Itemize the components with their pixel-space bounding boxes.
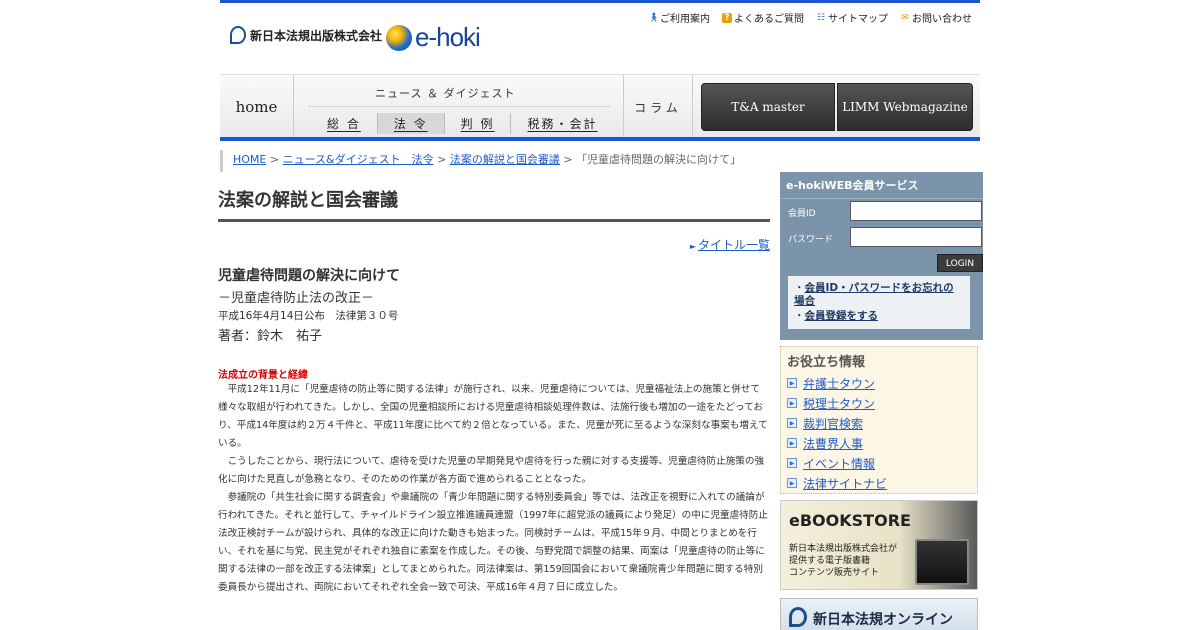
breadcrumb-separator: > [563, 153, 573, 166]
ehoki-globe-icon [386, 24, 412, 51]
title-list-link[interactable]: ► タイトル一覧 [218, 236, 770, 253]
useful-info-title: お役立ち情報 [787, 355, 866, 370]
section-heading: 法成立の背景と経緯 [218, 370, 308, 381]
member-id-label: 会員ID [788, 209, 816, 219]
ebookstore-title: eBOOKSTORE [789, 511, 911, 530]
subnav-tax[interactable]: 税務・会計 [511, 113, 613, 134]
subnav-general[interactable]: 総 合 [311, 113, 378, 134]
useful-link-tax-accountant-town[interactable]: ▶ 税理士タウン [787, 393, 971, 413]
ebookstore-text: コンテンツ販売サイト [789, 568, 880, 578]
person-icon: 🚶︎ [648, 12, 660, 23]
online-banner-title: 新日本法規オンライン [813, 612, 953, 628]
news-subnav: 総 合 法 令 判 例 税務・会計 [311, 113, 614, 134]
subnav-law[interactable]: 法 令 [377, 113, 445, 134]
main-nav: home ニュース ＆ ダイジェスト 総 合 法 令 判 例 税務・会計 コラム… [220, 74, 980, 139]
breadcrumb-section[interactable]: 法案の解説と国会審議 [450, 153, 560, 166]
member-panel-title: e-hokiWEB会員サービス [780, 172, 983, 199]
password-input[interactable] [850, 227, 982, 247]
top-accent-line [220, 0, 980, 3]
arrow-bullet-icon: ▶ [787, 398, 797, 408]
breadcrumb-news[interactable]: ニュース&ダイジェスト 法令 [283, 153, 434, 166]
company-mark-icon [789, 607, 807, 627]
utility-link-contact[interactable]: ✉ お問い合わせ [900, 10, 972, 26]
main-content: 法案の解説と国会審議 ► タイトル一覧 児童虐待問題の解決に向けて －児童虐待防止… [218, 172, 770, 597]
triangle-right-icon: ► [689, 242, 696, 251]
utility-link-sitemap[interactable]: ☷ サイトマップ [816, 10, 888, 26]
useful-link-legal-personnel[interactable]: ▶ 法曹界人事 [787, 433, 971, 453]
member-links: ・会員ID・パスワードをお忘れの場合 ・会員登録をする [788, 276, 970, 329]
arrow-bullet-icon: ▶ [787, 438, 797, 448]
brand-name: e-hoki [415, 22, 481, 52]
ebookstore-banner[interactable]: eBOOKSTORE 新日本法規出版株式会社が 提供する電子版書籍 コンテンツ販… [780, 500, 978, 590]
breadcrumb-current: 「児童虐待問題の解決に向けて」 [576, 153, 742, 166]
nav-news-digest: ニュース ＆ ダイジェスト 総 合 法 令 判 例 税務・会計 [295, 75, 623, 139]
arrow-bullet-icon: ▶ [787, 478, 797, 488]
mail-icon: ✉ [901, 12, 909, 23]
arrow-bullet-icon: ▶ [787, 458, 797, 468]
nav-column[interactable]: コラム [623, 75, 693, 139]
utility-links: 🚶︎ ご利用案内 ? よくあるご質問 ☷ サイトマップ ✉ お問い合わせ [648, 10, 972, 25]
article-meta: 平成16年4月14日公布 法律第３０号 [218, 310, 399, 322]
company-name: 新日本法規出版株式会社 [250, 28, 383, 43]
company-mark-icon [230, 26, 246, 44]
useful-link-lawyer-town[interactable]: ▶ 弁護士タウン [787, 373, 971, 393]
page-title: 法案の解説と国会審議 [218, 172, 770, 222]
breadcrumb-home[interactable]: HOME [233, 153, 266, 166]
member-login-panel: e-hokiWEB会員サービス 会員ID パスワード LOGIN ・会員ID・パ… [780, 172, 983, 340]
news-digest-title[interactable]: ニュース ＆ ダイジェスト [375, 85, 515, 101]
sitemap-icon: ☷ [816, 12, 826, 23]
useful-link-law-site-navi[interactable]: ▶ 法律サイトナビ [787, 473, 971, 493]
subnav-cases[interactable]: 判 例 [445, 113, 512, 134]
ehoki-logo[interactable]: e-hoki [386, 22, 481, 53]
article-title: 児童虐待問題の解決に向けて [218, 268, 400, 284]
utility-link-guide[interactable]: 🚶︎ ご利用案内 [648, 10, 710, 26]
breadcrumb: HOME > ニュース&ダイジェスト 法令 > 法案の解説と国会審議 > 「児童… [220, 150, 980, 172]
breadcrumb-separator: > [437, 153, 447, 166]
arrow-bullet-icon: ▶ [787, 378, 797, 388]
arrow-bullet-icon: ▶ [787, 418, 797, 428]
forgot-password-link[interactable]: ・会員ID・パスワードをお忘れの場合 [794, 282, 964, 308]
article-paragraph: 平成12年11月に「児童虐待の防止等に関する法律」が施行され、以来、児童虐待につ… [218, 384, 768, 449]
useful-link-judge-search[interactable]: ▶ 裁判官検索 [787, 413, 971, 433]
article-paragraph: 参議院の「共生社会に関する調査会」や衆議院の「青少年問題に関する特別委員会」等で… [218, 492, 768, 593]
utility-link-faq[interactable]: ? よくあるご質問 [722, 10, 804, 25]
nav-accent-line [220, 137, 980, 141]
article-subtitle: －児童虐待防止法の改正－ [218, 291, 375, 306]
member-id-input[interactable] [850, 201, 982, 221]
article-paragraph: こうしたことから、現行法について、虐待を受けた児童の早期発見や虐待を行った親に対… [218, 456, 765, 485]
register-link[interactable]: ・会員登録をする [794, 310, 964, 323]
login-button[interactable]: LOGIN [937, 254, 983, 272]
shinnippon-online-banner[interactable]: 新日本法規オンライン [780, 598, 978, 630]
divider [309, 106, 609, 107]
nav-limm-webmagazine[interactable]: LIMM Webmagazine [837, 83, 973, 131]
sidebar: e-hokiWEB会員サービス 会員ID パスワード LOGIN ・会員ID・パ… [780, 172, 983, 630]
nav-ta-master[interactable]: T&A master [701, 83, 835, 131]
useful-link-events[interactable]: ▶ イベント情報 [787, 453, 971, 473]
tablet-books-image [915, 539, 969, 585]
breadcrumb-separator: > [269, 153, 280, 166]
nav-home[interactable]: home [220, 75, 294, 139]
company-logo[interactable]: 新日本法規出版株式会社 [230, 26, 382, 44]
useful-info-box: お役立ち情報 ▶ 弁護士タウン ▶ 税理士タウン ▶ 裁判官検索 ▶ 法曹界人事 ▶ イベ… [780, 346, 978, 494]
article-author: 著者：鈴木 祐子 [218, 329, 323, 344]
password-label: パスワード [788, 235, 834, 245]
question-icon: ? [722, 12, 732, 23]
